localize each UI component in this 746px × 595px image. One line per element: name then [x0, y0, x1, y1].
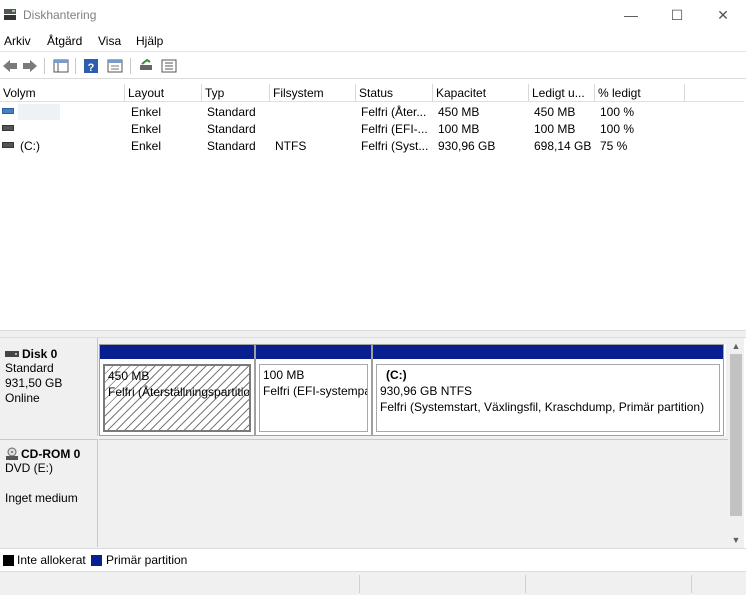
- disk-pane-scrollbar[interactable]: ▲ ▼: [728, 338, 744, 548]
- legend-label-unallocated: Inte allokerat: [17, 553, 86, 567]
- cell-procent: 75 %: [600, 139, 628, 153]
- col-volym[interactable]: Volym: [0, 84, 125, 102]
- partition-size: 450 MB: [108, 369, 150, 383]
- cell-status: Felfri (Åter...: [361, 105, 427, 119]
- forward-arrow-icon[interactable]: [20, 56, 40, 76]
- partition-bar: [100, 345, 254, 359]
- disk-name: CD-ROM 0: [21, 447, 81, 461]
- cell-ledigt: 450 MB: [534, 105, 576, 119]
- disk-state: Online: [5, 391, 40, 405]
- cell-kapacitet: 450 MB: [438, 105, 480, 119]
- partition-c[interactable]: (C:) 930,96 GB NTFS Felfri (Systemstart,…: [372, 344, 724, 436]
- menu-arkiv[interactable]: Arkiv: [4, 34, 31, 48]
- toolbar: ?: [0, 53, 746, 79]
- table-row[interactable]: Enkel Standard Felfri (Åter... 450 MB 45…: [0, 103, 744, 120]
- partition-label: (C:): [386, 368, 407, 382]
- menu-hjalp[interactable]: Hjälp: [136, 34, 163, 48]
- volume-list-header: Volym Layout Typ Filsystem Status Kapaci…: [0, 84, 744, 102]
- scroll-down-icon[interactable]: ▼: [728, 532, 744, 548]
- cell-ledigt: 100 MB: [534, 122, 576, 136]
- minimize-button[interactable]: —: [608, 0, 654, 30]
- status-bar: [0, 571, 746, 595]
- scrollbar-thumb[interactable]: [730, 354, 742, 516]
- col-filsystem[interactable]: Filsystem: [270, 84, 356, 102]
- maximize-button[interactable]: ☐: [654, 0, 700, 30]
- title-bar: Diskhantering — ☐ ✕: [0, 0, 746, 30]
- col-status[interactable]: Status: [356, 84, 433, 102]
- cell-layout: Enkel: [131, 105, 162, 119]
- cd-drive-icon: [6, 447, 18, 460]
- col-layout[interactable]: Layout: [125, 84, 202, 102]
- disk-size: [5, 476, 97, 491]
- cell-layout: Enkel: [131, 139, 162, 153]
- cdrom-0-label[interactable]: CD-ROM 0 DVD (E:) Inget medium: [0, 439, 98, 547]
- volume-icon: [2, 142, 14, 148]
- pane-splitter[interactable]: [0, 330, 746, 338]
- col-kapacitet[interactable]: Kapacitet: [433, 84, 529, 102]
- cell-kapacitet: 930,96 GB: [438, 139, 496, 153]
- partition-status: Felfri (Återställningspartition): [108, 385, 251, 399]
- disk-state: Inget medium: [5, 491, 78, 505]
- partition-bar: [373, 345, 723, 359]
- disk-type: DVD (E:): [5, 461, 53, 475]
- cell-volym: (C:): [20, 139, 40, 153]
- menu-visa[interactable]: Visa: [98, 34, 121, 48]
- back-arrow-icon[interactable]: [0, 56, 20, 76]
- window-title: Diskhantering: [23, 8, 97, 22]
- partition-status: Felfri (EFI-systempartition): [263, 384, 367, 398]
- volume-list[interactable]: Volym Layout Typ Filsystem Status Kapaci…: [0, 84, 744, 330]
- legend: Inte allokerat Primär partition: [0, 548, 746, 570]
- cell-status: Felfri (EFI-...: [361, 122, 428, 136]
- disk-name: Disk 0: [22, 347, 58, 361]
- partition-size: 930,96 GB NTFS: [380, 384, 473, 398]
- disk-type: Standard: [5, 361, 54, 375]
- cell-volym: [18, 104, 60, 120]
- cell-status: Felfri (Syst...: [361, 139, 429, 153]
- volume-icon: [2, 108, 14, 114]
- disk-0-label[interactable]: Disk 0 Standard 931,50 GB Online: [0, 338, 98, 436]
- partition-body: 450 MB Felfri (Återställningspartition): [103, 364, 251, 432]
- partition-body: (C:) 930,96 GB NTFS Felfri (Systemstart,…: [376, 364, 720, 432]
- cell-layout: Enkel: [131, 122, 162, 136]
- col-ledigt[interactable]: Ledigt u...: [529, 84, 595, 102]
- cell-procent: 100 %: [600, 105, 635, 119]
- properties-icon[interactable]: [105, 56, 125, 76]
- disk-0-partitions: 450 MB Felfri (Återställningspartition) …: [99, 344, 726, 436]
- svg-text:?: ?: [88, 62, 95, 74]
- col-procent-ledigt[interactable]: % ledigt: [595, 84, 685, 102]
- settings-list-icon[interactable]: [159, 56, 179, 76]
- partition-status: Felfri (Systemstart, Växlingsfil, Krasch…: [380, 400, 705, 414]
- legend-label-primary: Primär partition: [106, 553, 188, 567]
- help-icon[interactable]: ?: [81, 56, 101, 76]
- console-tree-icon[interactable]: [51, 56, 71, 76]
- cell-filsystem: NTFS: [275, 139, 307, 153]
- cell-kapacitet: 100 MB: [438, 122, 480, 136]
- partition-size: 100 MB: [263, 368, 305, 382]
- menu-atgard[interactable]: Åtgärd: [47, 34, 82, 48]
- cdrom-0-area: [99, 439, 728, 548]
- legend-swatch-unallocated: [3, 555, 14, 566]
- hard-disk-icon: [5, 351, 19, 357]
- table-row[interactable]: Enkel Standard Felfri (EFI-... 100 MB 10…: [0, 120, 744, 137]
- connect-disk-icon[interactable]: [136, 56, 156, 76]
- cell-ledigt: 698,14 GB: [534, 139, 592, 153]
- cell-typ: Standard: [207, 122, 256, 136]
- disk-management-icon: [4, 9, 16, 20]
- menu-bar: Arkiv Åtgärd Visa Hjälp: [0, 30, 746, 52]
- partition-body: 100 MB Felfri (EFI-systempartition): [259, 364, 368, 432]
- legend-swatch-primary: [91, 555, 102, 566]
- cell-typ: Standard: [207, 139, 256, 153]
- disk-pane: Disk 0 Standard 931,50 GB Online 450 MB …: [0, 338, 728, 548]
- volume-icon: [2, 125, 14, 131]
- table-row[interactable]: (C:) Enkel Standard NTFS Felfri (Syst...…: [0, 137, 744, 154]
- partition-recovery[interactable]: 450 MB Felfri (Återställningspartition): [99, 344, 255, 436]
- cell-procent: 100 %: [600, 122, 635, 136]
- partition-bar: [256, 345, 371, 359]
- disk-size: 931,50 GB: [5, 376, 63, 390]
- col-typ[interactable]: Typ: [202, 84, 270, 102]
- close-button[interactable]: ✕: [700, 0, 746, 30]
- partition-efi[interactable]: 100 MB Felfri (EFI-systempartition): [255, 344, 372, 436]
- cell-typ: Standard: [207, 105, 256, 119]
- scroll-up-icon[interactable]: ▲: [728, 338, 744, 354]
